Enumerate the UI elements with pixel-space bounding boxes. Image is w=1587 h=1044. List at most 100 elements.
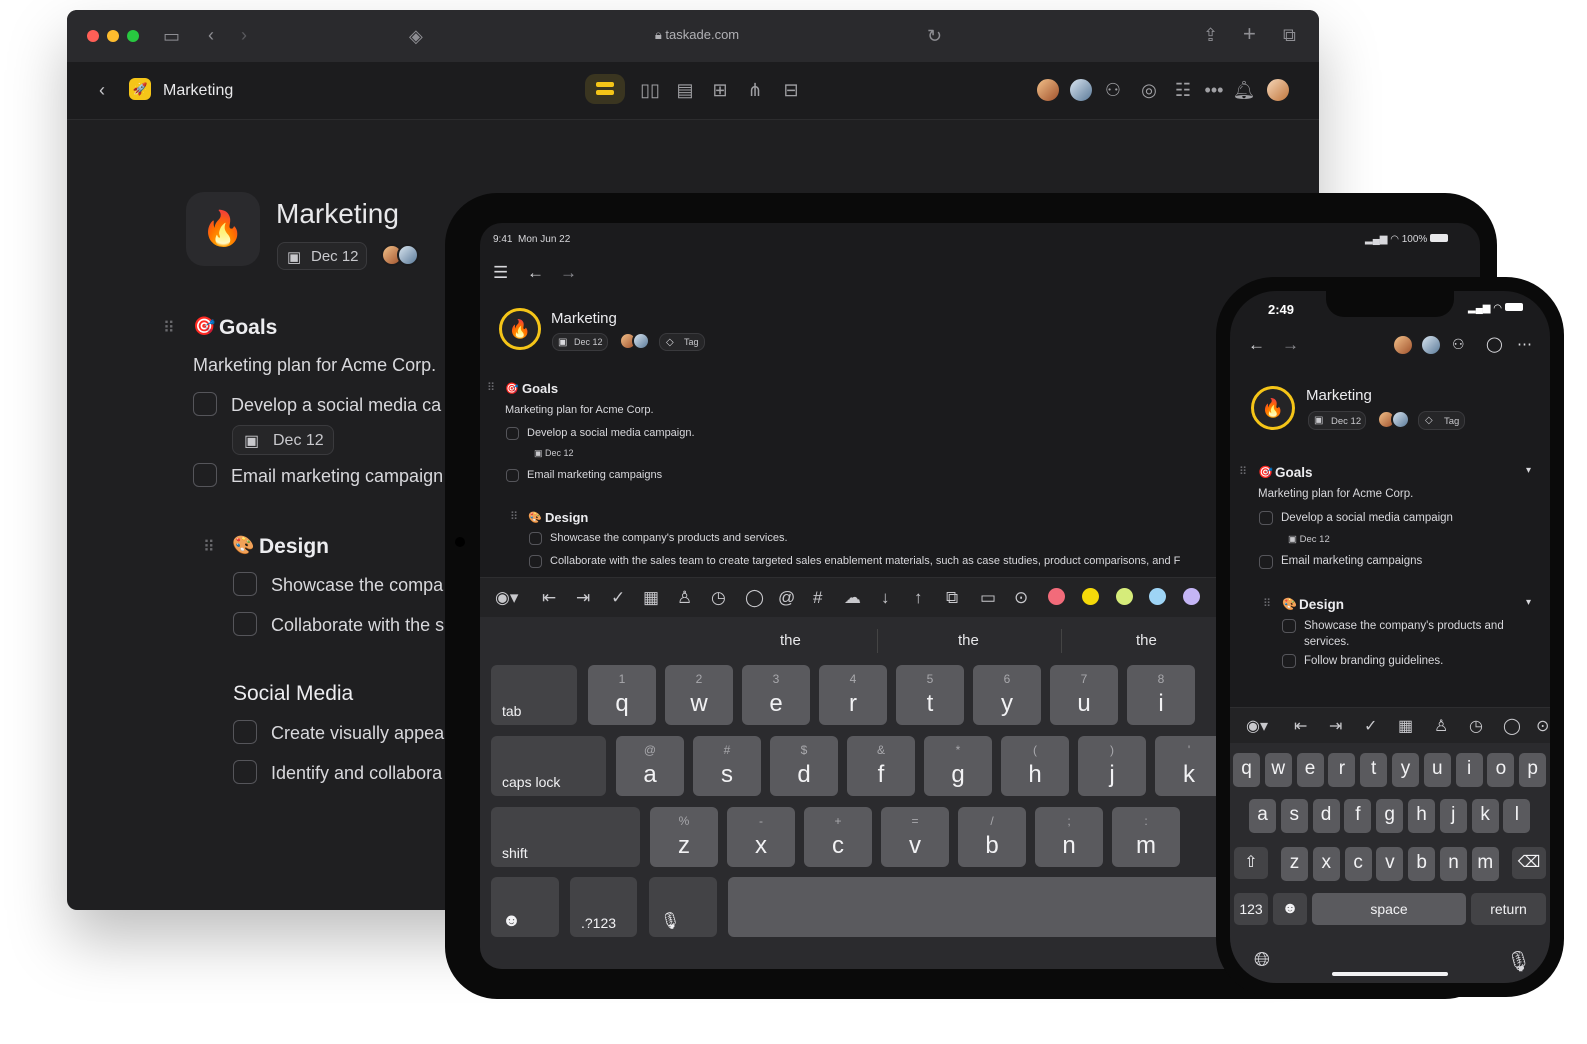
key-s[interactable]: # s xyxy=(693,736,761,796)
new-tab-icon[interactable]: + xyxy=(1243,23,1256,45)
key-u[interactable]: u xyxy=(1423,753,1451,787)
key-g[interactable]: g xyxy=(1376,799,1404,833)
sidebar-toggle-icon[interactable]: ☰ xyxy=(493,263,508,283)
comment-icon[interactable]: ◯ xyxy=(1486,335,1503,353)
key-n[interactable]: ; n xyxy=(1035,807,1103,867)
task-checkbox[interactable] xyxy=(233,760,257,784)
shift-key[interactable]: ⇧ xyxy=(1234,847,1268,879)
hashtag-icon[interactable]: # xyxy=(813,588,822,608)
move-up-icon[interactable]: ↑ xyxy=(914,588,923,608)
task-label[interactable]: Follow branding guidelines. xyxy=(1304,655,1443,667)
calendar-icon[interactable]: ▦ xyxy=(643,588,659,608)
mindmap-view-icon[interactable]: ⋔ xyxy=(742,77,768,103)
sidebar-icon[interactable]: ▭ xyxy=(163,27,180,45)
task-label[interactable]: Email marketing campaign xyxy=(231,466,443,487)
avatar[interactable] xyxy=(1420,334,1442,356)
key-t[interactable]: t xyxy=(1360,753,1388,787)
avatar[interactable] xyxy=(632,332,650,350)
key-z[interactable]: z xyxy=(1281,847,1308,881)
key-a[interactable]: a xyxy=(1249,799,1276,833)
emoji-key[interactable]: ☻ xyxy=(491,877,559,937)
go-icon[interactable]: ⊙ xyxy=(1536,716,1549,736)
key-c[interactable]: + c xyxy=(804,807,872,867)
key-w[interactable]: w xyxy=(1264,753,1292,787)
key-x[interactable]: -x xyxy=(727,807,795,867)
back-arrow-icon[interactable]: ← xyxy=(1248,335,1265,355)
key-h[interactable]: h xyxy=(1408,799,1435,833)
task-checkbox[interactable] xyxy=(1282,619,1296,633)
key-x[interactable]: x xyxy=(1312,847,1340,881)
forward-icon[interactable]: › xyxy=(241,26,247,44)
color-lime-swatch[interactable] xyxy=(1116,588,1133,605)
task-checkbox[interactable] xyxy=(1259,555,1273,569)
due-date-chip[interactable]: ▣ Dec 12 xyxy=(277,242,367,270)
tag-chip[interactable]: ◇ Tag xyxy=(1418,411,1465,430)
task-label[interactable]: Email marketing campaigns xyxy=(1281,555,1422,567)
key-l[interactable]: l xyxy=(1503,799,1531,833)
go-icon[interactable]: ⊙ xyxy=(1014,588,1028,608)
key-i[interactable]: 8i xyxy=(1127,665,1195,725)
key-e[interactable]: e xyxy=(1296,753,1324,787)
checkmark-icon[interactable]: ✓ xyxy=(611,588,625,608)
clipboard-icon[interactable]: ▭ xyxy=(980,588,996,608)
task-checkbox[interactable] xyxy=(506,469,519,482)
drag-handle-icon[interactable]: ⠿ xyxy=(1263,597,1271,610)
add-member-icon[interactable]: ⚇ xyxy=(1100,77,1126,103)
more-icon[interactable]: ••• xyxy=(1201,77,1227,103)
list-view-button[interactable] xyxy=(585,74,625,104)
key-u[interactable]: 7u xyxy=(1050,665,1118,725)
share-icon[interactable]: ⇪ xyxy=(1203,26,1218,44)
key-v[interactable]: v xyxy=(1376,847,1404,881)
avatar[interactable] xyxy=(397,244,419,266)
upload-icon[interactable]: ☁ xyxy=(844,588,861,608)
bell-icon[interactable]: 🔔︎ xyxy=(1231,77,1257,103)
avatar[interactable] xyxy=(1391,410,1410,429)
key-r[interactable]: 4r xyxy=(819,665,887,725)
checkmark-icon[interactable]: ✓ xyxy=(1364,716,1377,736)
key-y[interactable]: 6y xyxy=(973,665,1041,725)
task-label[interactable]: Identify and collabora xyxy=(271,763,442,784)
more-icon[interactable]: ⋯ xyxy=(1517,335,1532,353)
key-c[interactable]: c xyxy=(1344,847,1372,881)
suggestion[interactable]: the xyxy=(780,632,801,649)
avatar[interactable] xyxy=(1035,77,1061,103)
drag-handle-icon[interactable]: ⠿ xyxy=(1239,465,1247,478)
task-checkbox[interactable] xyxy=(233,612,257,636)
outdent-icon[interactable]: ⇤ xyxy=(542,588,556,608)
key-f[interactable]: & f xyxy=(847,736,915,796)
task-label[interactable]: Collaborate with the s xyxy=(271,615,444,636)
return-key[interactable]: return xyxy=(1471,893,1546,925)
tab-key[interactable]: tab xyxy=(491,665,577,725)
key-y[interactable]: y xyxy=(1392,753,1419,787)
key-m[interactable]: m xyxy=(1471,847,1499,881)
suggestion[interactable]: the xyxy=(1136,632,1157,649)
person-icon[interactable]: ♙ xyxy=(1434,716,1448,736)
key-j[interactable]: j xyxy=(1439,799,1467,833)
back-arrow-icon[interactable]: ‹ xyxy=(99,81,105,99)
key-e[interactable]: 3e xyxy=(742,665,810,725)
task-check-icon[interactable]: ◉▾ xyxy=(1246,716,1268,736)
color-yellow-swatch[interactable] xyxy=(1082,588,1099,605)
microphone-icon[interactable]: 🎙︎ xyxy=(1506,949,1531,974)
task-date-chip[interactable]: ▣ Dec 12 xyxy=(232,425,334,455)
task-checkbox[interactable] xyxy=(193,463,217,487)
dictation-key[interactable]: 🎙︎ xyxy=(649,877,717,937)
color-pink-swatch[interactable] xyxy=(1048,588,1065,605)
tag-chip[interactable]: ◇ Tag xyxy=(659,333,705,351)
collapse-chevron-icon[interactable]: ▾ xyxy=(1526,597,1531,608)
copy-icon[interactable]: ⧉ xyxy=(946,588,958,608)
key-a[interactable]: @ a xyxy=(616,736,684,796)
mention-icon[interactable]: @ xyxy=(778,588,795,608)
space-key[interactable]: space xyxy=(1312,893,1466,925)
key-r[interactable]: r xyxy=(1328,753,1356,787)
key-b[interactable]: / b xyxy=(958,807,1026,867)
key-s[interactable]: s xyxy=(1280,799,1308,833)
filter-icon[interactable]: ☷ xyxy=(1170,77,1196,103)
move-down-icon[interactable]: ↓ xyxy=(881,588,890,608)
drag-handle-icon[interactable]: ⠿ xyxy=(487,381,495,394)
tabs-overview-icon[interactable]: ⧉ xyxy=(1283,26,1296,44)
color-purple-swatch[interactable] xyxy=(1183,588,1200,605)
collapse-chevron-icon[interactable]: ▾ xyxy=(1526,465,1531,476)
key-n[interactable]: n xyxy=(1440,847,1467,881)
task-label[interactable]: Showcase the company's products and serv… xyxy=(550,532,788,544)
